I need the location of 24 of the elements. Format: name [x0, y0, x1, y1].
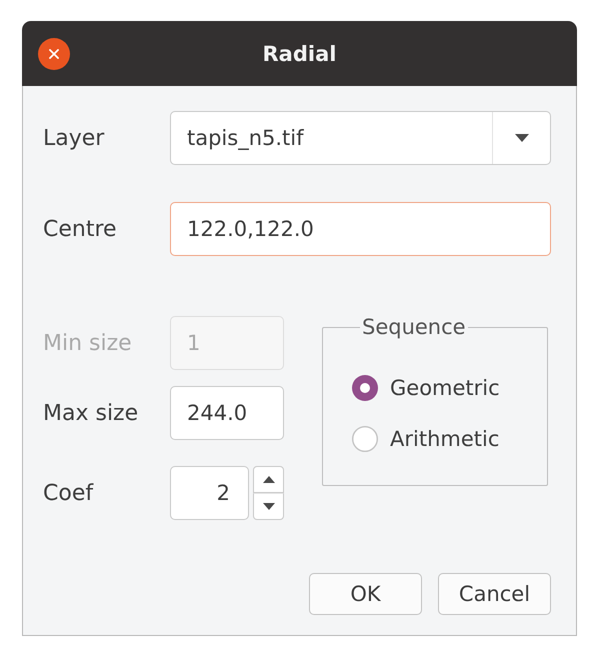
group-title: Sequence: [361, 314, 467, 340]
up-triangle-icon: [262, 476, 274, 483]
caret-icon: [514, 134, 528, 142]
field-label: Coef: [43, 480, 94, 506]
close-icon: [49, 48, 59, 58]
field-label: Centre: [43, 216, 118, 242]
text-field[interactable]: 122.0,122.0: [170, 202, 551, 256]
window-title: Radial: [262, 42, 336, 66]
radio-button[interactable]: [352, 375, 378, 401]
radio-button[interactable]: [352, 426, 378, 452]
option-label: Geometric: [390, 376, 500, 400]
field-label: Layer: [43, 126, 106, 150]
increment-button[interactable]: [253, 466, 284, 493]
text-field[interactable]: 244.0: [170, 386, 284, 440]
field-label: Max size: [43, 400, 140, 426]
field-label: Min size: [43, 330, 133, 356]
number-field[interactable]: 2: [170, 466, 249, 520]
down-triangle-icon: [262, 503, 274, 510]
decrement-button[interactable]: [253, 493, 284, 520]
dropdown[interactable]: tapis_n5.tif: [170, 111, 551, 165]
cancel-button[interactable]: Cancel: [438, 573, 551, 615]
close-button[interactable]: [38, 38, 70, 70]
ok-button[interactable]: OK: [309, 573, 422, 615]
option-label: Arithmetic: [390, 427, 500, 451]
